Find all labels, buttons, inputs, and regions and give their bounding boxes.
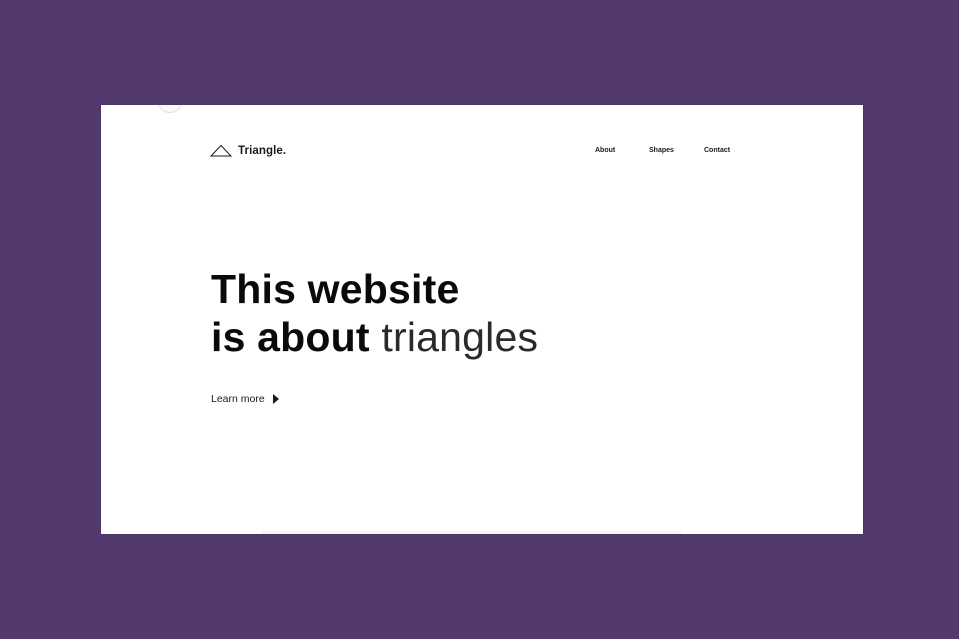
logo-text: Triangle. [238, 144, 287, 157]
learn-more-link[interactable]: Learn more [211, 393, 279, 405]
hero-heading: This website is about triangles [211, 265, 538, 361]
nav-link-contact[interactable]: Contact [704, 147, 730, 154]
learn-more-label: Learn more [211, 393, 265, 405]
nav-link-shapes[interactable]: Shapes [649, 147, 674, 154]
website-preview: Triangle. About Shapes Contact This webs… [101, 105, 863, 534]
hero-line-2: is about triangles [211, 313, 538, 361]
hero-light-text: triangles [381, 314, 539, 360]
site-header: Triangle. About Shapes Contact [101, 105, 863, 195]
play-arrow-icon [272, 394, 279, 404]
hero-bold-text: is about [211, 314, 370, 360]
nav-link-about[interactable]: About [595, 147, 615, 154]
bottom-card-edge [261, 529, 681, 534]
logo[interactable]: Triangle. [210, 144, 286, 157]
triangle-outline-icon [210, 144, 232, 157]
hero-line-1: This website [211, 266, 460, 312]
